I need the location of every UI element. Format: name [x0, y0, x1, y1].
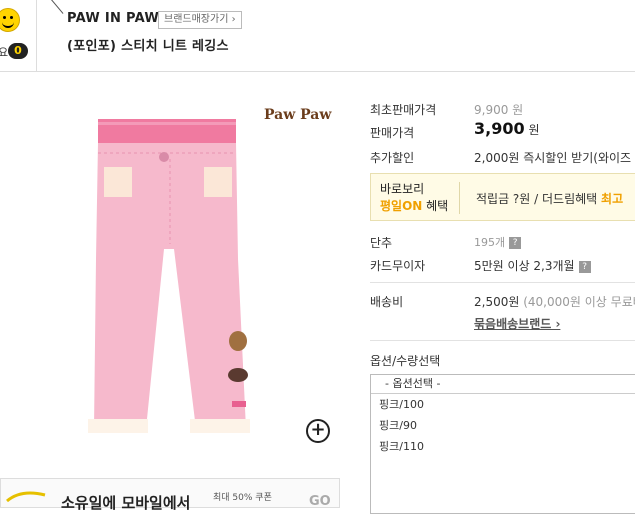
benefit-divider: [459, 182, 460, 214]
divider: [370, 340, 635, 341]
product-title: (포인포) 스티치 니트 레깅스: [67, 39, 229, 54]
divider: [370, 282, 635, 283]
extra-discount-label: 추가할인: [370, 151, 415, 165]
benefit-description[interactable]: 적립금 ?원 / 더드림혜택 최고: [476, 190, 623, 207]
brand-shop-button[interactable]: 브랜드매장가기 ›: [158, 11, 242, 29]
option-item[interactable]: 핑크/90: [371, 415, 635, 436]
product-image[interactable]: [86, 119, 251, 439]
sale-price-unit: 원: [528, 123, 540, 137]
option-title: 옵션/수량선택: [370, 354, 441, 368]
smiley-icon[interactable]: [0, 8, 20, 32]
product-header: 요 0 PAW IN PAW 브랜드매장가기 › (포인포) 스티치 니트 레깅…: [0, 0, 635, 72]
bundle-shipping-link[interactable]: 묶음배송브랜드 ›: [474, 315, 560, 332]
like-count-badge[interactable]: 0: [8, 43, 28, 59]
option-item[interactable]: 핑크/100: [371, 394, 635, 415]
help-icon[interactable]: ?: [578, 260, 591, 273]
min-price-label: 최초판매가격: [370, 103, 437, 117]
option-item[interactable]: 핑크/110: [371, 436, 635, 457]
banner-headline: 소유일에 모바일에서: [61, 494, 191, 512]
shipping-value: 2,500원 (40,000원 이상 무료배: [474, 295, 635, 309]
unit-value: 195개?: [474, 234, 522, 250]
header-divider: [36, 0, 37, 72]
extra-discount-link[interactable]: 2,000원 즉시할인 받기(와이즈: [474, 149, 631, 166]
sale-price: 3,900 원: [474, 119, 539, 138]
decorative-slash: [46, 0, 64, 14]
brand-logo: Paw Paw: [264, 107, 332, 123]
zoom-icon[interactable]: +: [306, 419, 330, 443]
banner-coupon-text: 최대 50% 쿠폰: [213, 493, 272, 503]
shipping-label: 배송비: [370, 295, 404, 309]
promo-banner[interactable]: 소유일에 모바일에서 최대 50% 쿠폰 GO: [0, 478, 340, 512]
option-placeholder[interactable]: - 옵션선택 -: [371, 375, 635, 394]
sale-price-label: 판매가격: [370, 126, 415, 140]
brand-name[interactable]: PAW IN PAW: [67, 11, 159, 26]
like-label: 요: [0, 46, 9, 59]
banner-logo-icon: [6, 491, 46, 503]
card-value: 5만원 이상 2,3개월?: [474, 257, 591, 274]
option-select-list[interactable]: - 옵션선택 - 핑크/100 핑크/90 핑크/110: [370, 374, 635, 514]
banner-go-button[interactable]: GO: [309, 494, 331, 509]
unit-label: 단추: [370, 236, 393, 250]
min-price-value: 9,900 원: [474, 103, 524, 117]
benefit-box: 바로보리 평일ON 혜택 적립금 ?원 / 더드림혜택 최고: [370, 173, 635, 221]
benefit-title: 바로보리 평일ON 혜택: [380, 182, 449, 213]
sale-price-value: 3,900: [474, 119, 525, 138]
card-label: 카드무이자: [370, 259, 426, 273]
help-icon[interactable]: ?: [509, 237, 522, 249]
